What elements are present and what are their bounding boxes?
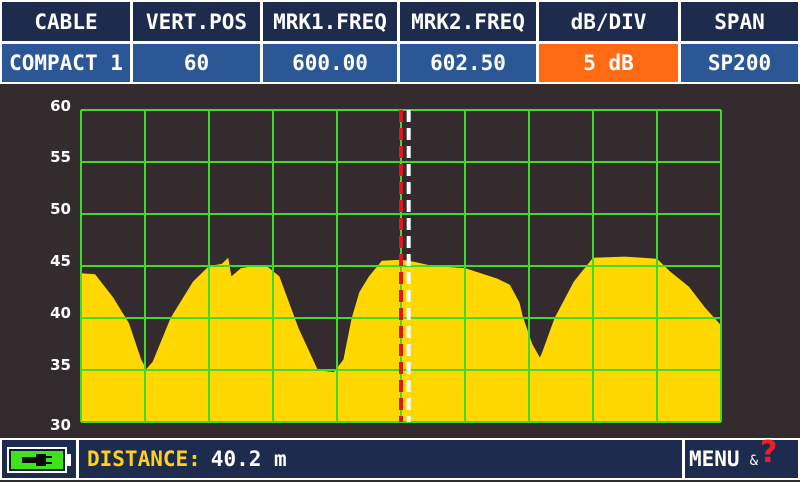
- y-tick-label: 45: [50, 252, 71, 270]
- distance-value: 40.2 m: [210, 447, 287, 471]
- status-bar: DISTANCE: 40.2 m MENU & ?: [0, 435, 800, 480]
- battery-status: [2, 440, 76, 478]
- menu-label: MENU: [689, 447, 740, 471]
- span-label: SPAN: [681, 2, 798, 41]
- mrk2-freq-value-button[interactable]: 602.50: [400, 44, 536, 82]
- ampersand: &: [749, 453, 759, 469]
- y-tick-label: 60: [50, 97, 71, 115]
- y-tick-label: 55: [50, 148, 71, 166]
- vert-pos-label: VERT.POS: [133, 2, 260, 41]
- y-tick-label: 35: [50, 356, 71, 374]
- mrk1-freq-value-button[interactable]: 600.00: [263, 44, 397, 82]
- y-axis-ticks: 60 55 50 45 40 35 30: [50, 97, 71, 434]
- cable-value-button[interactable]: COMPACT 1: [2, 44, 130, 82]
- y-tick-label: 40: [50, 304, 71, 322]
- distance-readout: DISTANCE: 40.2 m: [79, 440, 682, 478]
- spectrum-plot: 60 55 50 45 40 35 30: [50, 97, 722, 434]
- db-div-label: dB/DIV: [539, 2, 678, 41]
- distance-label: DISTANCE:: [87, 447, 201, 471]
- cable-label: CABLE: [2, 2, 130, 41]
- db-div-value-button[interactable]: 5 dB: [539, 44, 678, 82]
- mrk1-freq-label: MRK1.FREQ: [263, 2, 397, 41]
- y-tick-label: 50: [50, 200, 71, 218]
- vert-pos-value-button[interactable]: 60: [133, 44, 260, 82]
- span-value-button[interactable]: SP200: [681, 44, 798, 82]
- y-tick-label: 30: [50, 416, 71, 434]
- parameter-table: CABLE VERT.POS MRK1.FREQ MRK2.FREQ dB/DI…: [0, 0, 800, 84]
- help-icon: ?: [760, 434, 778, 470]
- battery-plug-icon: [7, 447, 71, 473]
- mrk2-freq-label: MRK2.FREQ: [400, 2, 536, 41]
- menu-help-button[interactable]: MENU & ?: [685, 435, 798, 478]
